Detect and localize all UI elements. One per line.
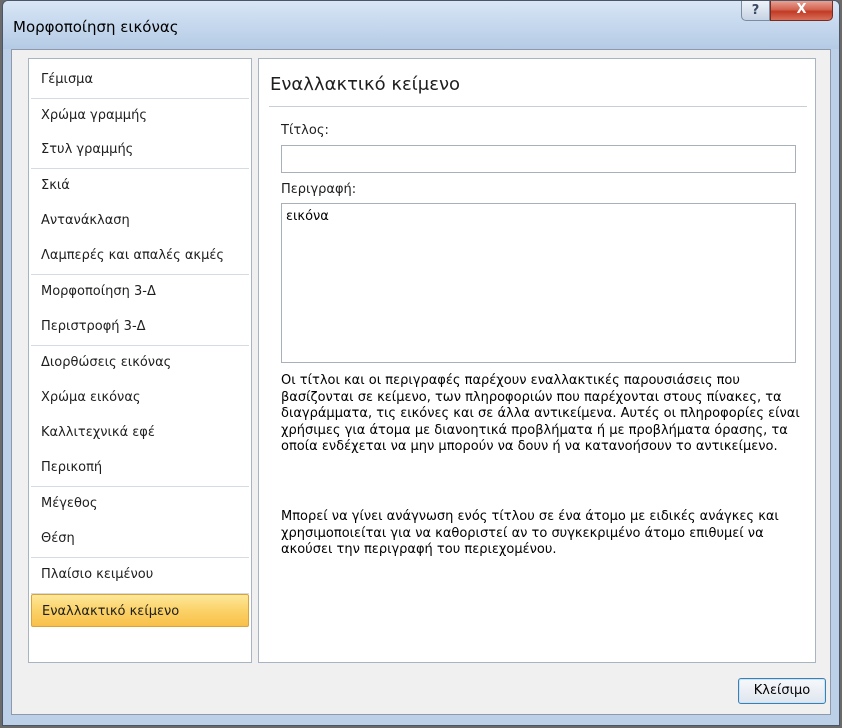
format-picture-dialog: Μορφοποίηση εικόνας ? X Γέμισμα Χρώμα γρ… xyxy=(2,0,840,726)
sidebar-item-line-color[interactable]: Χρώμα γραμμής xyxy=(31,99,249,132)
description-value: εικόνα xyxy=(286,209,329,224)
category-sidebar: Γέμισμα Χρώμα γραμμής Στυλ γραμμής Σκιά … xyxy=(28,58,252,663)
window-title: Μορφοποίηση εικόνας xyxy=(13,18,179,36)
sidebar-item-glow-soft-edges[interactable]: Λαμπερές και απαλές ακμές xyxy=(31,239,249,272)
description-textarea[interactable]: εικόνα xyxy=(281,203,796,363)
help-icon: ? xyxy=(751,3,760,18)
sidebar-item-fill[interactable]: Γέμισμα xyxy=(31,63,249,96)
sidebar-item-line-style[interactable]: Στυλ γραμμής xyxy=(31,133,249,166)
close-dialog-button[interactable]: Κλείσιμο xyxy=(738,678,826,704)
description-label: Περιγραφή: xyxy=(281,182,357,197)
sidebar-item-reflection[interactable]: Αντανάκλαση xyxy=(31,204,249,237)
title-input[interactable] xyxy=(281,145,796,173)
panel-title: Εναλλακτικό κείμενο xyxy=(270,74,461,95)
info-paragraph-2: Μπορεί να γίνει ανάγνωση ενός τίτλου σε … xyxy=(281,509,779,557)
sidebar-item-picture-corrections[interactable]: Διορθώσεις εικόνας xyxy=(31,346,249,379)
dialog-client-area: Γέμισμα Χρώμα γραμμής Στυλ γραμμής Σκιά … xyxy=(11,49,831,715)
panel-divider xyxy=(269,106,807,107)
sidebar-item-alt-text[interactable]: Εναλλακτικό κείμενο xyxy=(31,594,249,627)
title-bar[interactable]: Μορφοποίηση εικόνας ? X xyxy=(3,1,839,49)
sidebar-item-3d-format[interactable]: Μορφοποίηση 3-Δ xyxy=(31,275,249,308)
title-label: Τίτλος: xyxy=(281,123,329,138)
sidebar-item-position[interactable]: Θέση xyxy=(31,522,249,555)
sidebar-item-3d-rotation[interactable]: Περιστροφή 3-Δ xyxy=(31,310,249,343)
sidebar-item-artistic-effects[interactable]: Καλλιτεχνικά εφέ xyxy=(31,416,249,449)
info-paragraph-1: Οι τίτλοι και οι περιγραφές παρέχουν ενα… xyxy=(281,373,800,454)
sidebar-item-picture-color[interactable]: Χρώμα εικόνας xyxy=(31,381,249,414)
sidebar-item-size[interactable]: Μέγεθος xyxy=(31,487,249,520)
sidebar-item-text-box[interactable]: Πλαίσιο κειμένου xyxy=(31,558,249,591)
close-icon: X xyxy=(796,2,807,17)
help-button[interactable]: ? xyxy=(741,1,770,21)
window-close-button[interactable]: X xyxy=(770,1,833,21)
sidebar-item-shadow[interactable]: Σκιά xyxy=(31,169,249,202)
sidebar-item-crop[interactable]: Περικοπή xyxy=(31,451,249,484)
alt-text-panel: Εναλλακτικό κείμενο Τίτλος: Περιγραφή: ε… xyxy=(258,58,816,663)
